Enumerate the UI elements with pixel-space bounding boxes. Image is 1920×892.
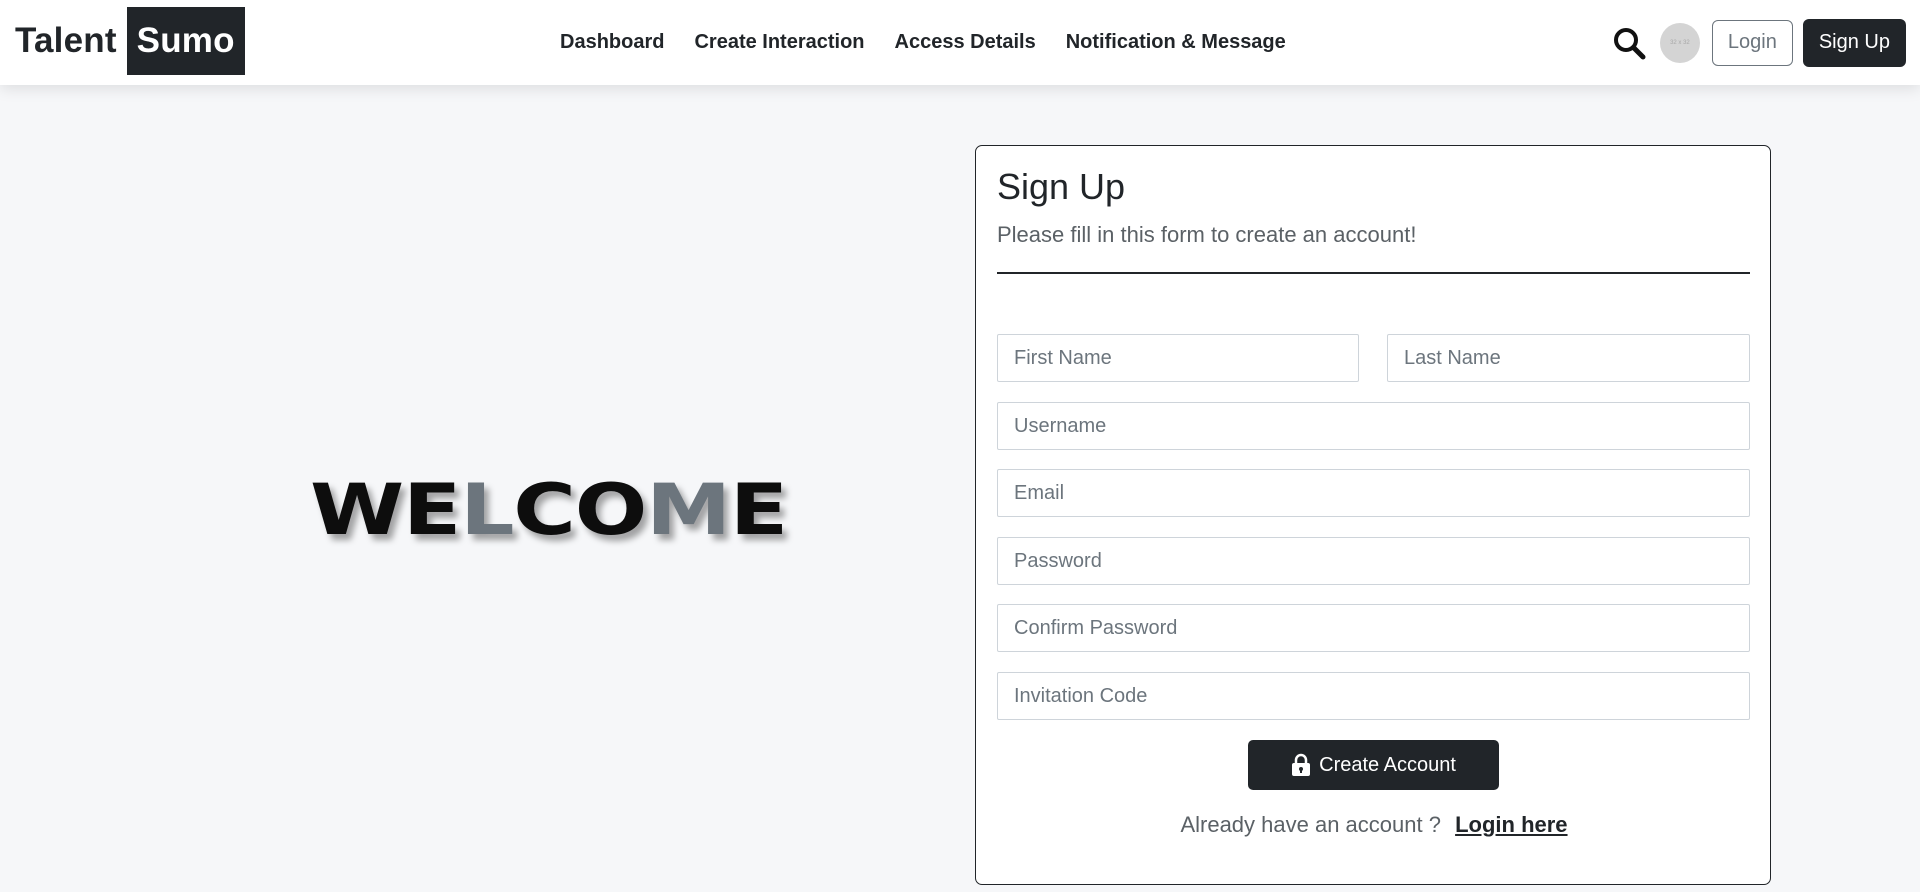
first-name-input[interactable] bbox=[1014, 335, 1342, 381]
welcome-heading: WE L CO M E bbox=[310, 469, 788, 551]
top-navbar: Talent Sumo Dashboard Create Interaction… bbox=[0, 0, 1920, 85]
last-name-field[interactable] bbox=[1387, 334, 1750, 382]
email-input[interactable] bbox=[1014, 470, 1733, 516]
login-button[interactable]: Login bbox=[1711, 19, 1793, 66]
welcome-part: CO bbox=[513, 469, 647, 551]
lock-icon bbox=[1292, 753, 1311, 776]
nav-link-notification-message[interactable]: Notification & Message bbox=[1066, 31, 1286, 54]
divider bbox=[997, 272, 1750, 274]
first-name-field[interactable] bbox=[997, 334, 1359, 382]
form-subtitle: Please fill in this form to create an ac… bbox=[997, 222, 1417, 247]
avatar[interactable]: 32 x 32 bbox=[1659, 22, 1700, 63]
form-title: Sign Up bbox=[997, 166, 1126, 207]
nav-link-create-interaction[interactable]: Create Interaction bbox=[694, 31, 864, 54]
signup-card: Sign Up Please fill in this form to crea… bbox=[975, 145, 1771, 885]
login-here-link[interactable]: Login here bbox=[1455, 812, 1567, 837]
password-input[interactable] bbox=[1014, 538, 1733, 584]
password-field[interactable] bbox=[997, 537, 1750, 585]
username-input[interactable] bbox=[1014, 403, 1733, 449]
confirm-password-field[interactable] bbox=[997, 604, 1750, 652]
create-account-label: Create Account bbox=[1319, 753, 1456, 776]
login-prompt-text: Already have an account ? bbox=[1180, 812, 1441, 837]
signup-button[interactable]: Sign Up bbox=[1802, 18, 1906, 67]
create-account-button[interactable]: Create Account bbox=[1248, 740, 1499, 790]
brand-logo[interactable]: Talent Sumo bbox=[15, 7, 245, 75]
nav-link-dashboard[interactable]: Dashboard bbox=[560, 31, 664, 54]
welcome-part: M bbox=[646, 469, 731, 551]
invitation-code-input[interactable] bbox=[1014, 673, 1733, 719]
avatar-placeholder-text: 32 x 32 bbox=[1670, 39, 1690, 46]
brand-part-sumo: Sumo bbox=[126, 7, 245, 75]
username-field[interactable] bbox=[997, 402, 1750, 450]
search-icon[interactable] bbox=[1612, 26, 1646, 60]
nav-actions: 32 x 32 Login Sign Up bbox=[1612, 0, 1906, 85]
nav-links: Dashboard Create Interaction Access Deta… bbox=[560, 0, 1286, 85]
login-prompt: Already have an account ? Login here bbox=[976, 812, 1772, 838]
email-field[interactable] bbox=[997, 469, 1750, 517]
welcome-part: WE bbox=[310, 469, 461, 551]
invitation-code-field[interactable] bbox=[997, 672, 1750, 720]
confirm-password-input[interactable] bbox=[1014, 605, 1733, 651]
welcome-part: E bbox=[729, 469, 788, 551]
welcome-part: L bbox=[460, 469, 514, 551]
last-name-input[interactable] bbox=[1404, 335, 1733, 381]
nav-link-access-details[interactable]: Access Details bbox=[895, 31, 1036, 54]
brand-part-talent: Talent bbox=[15, 21, 117, 60]
